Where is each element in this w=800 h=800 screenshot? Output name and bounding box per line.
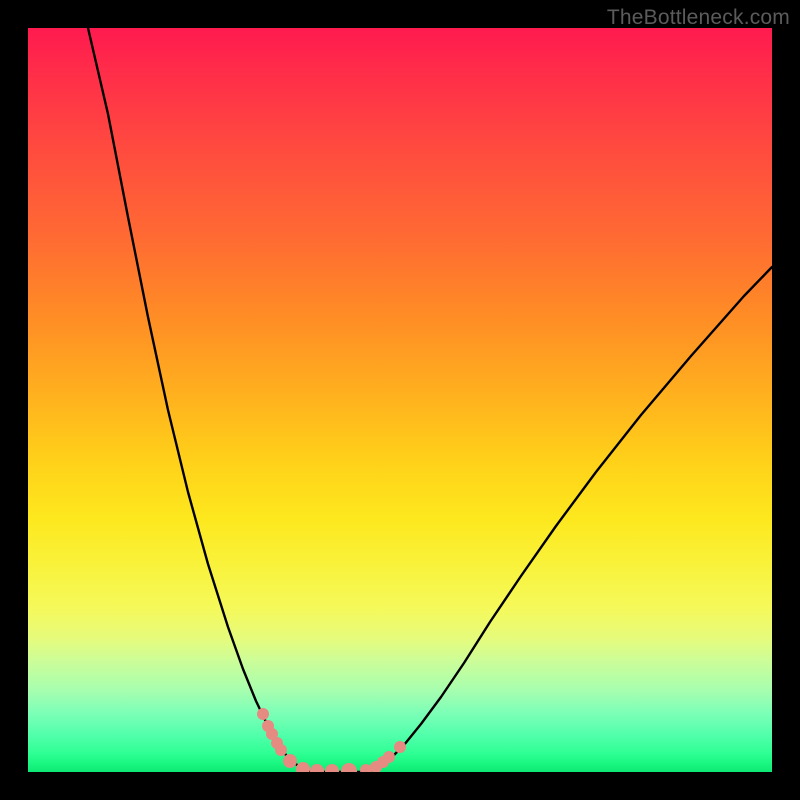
marker-dot	[310, 764, 324, 772]
marker-dot	[257, 708, 269, 720]
watermark-text: TheBottleneck.com	[607, 6, 790, 30]
marker-dot	[296, 762, 310, 772]
chart-frame: TheBottleneck.com	[0, 0, 800, 800]
marker-dot	[283, 754, 297, 768]
marker-dot	[383, 751, 395, 763]
plot-area	[28, 28, 772, 772]
marker-dot	[341, 763, 357, 772]
marker-dot	[394, 741, 406, 753]
bottleneck-curve	[88, 28, 772, 772]
highlight-markers	[257, 708, 406, 772]
marker-dot	[325, 764, 339, 772]
curve-layer	[28, 28, 772, 772]
marker-dot	[275, 744, 287, 756]
